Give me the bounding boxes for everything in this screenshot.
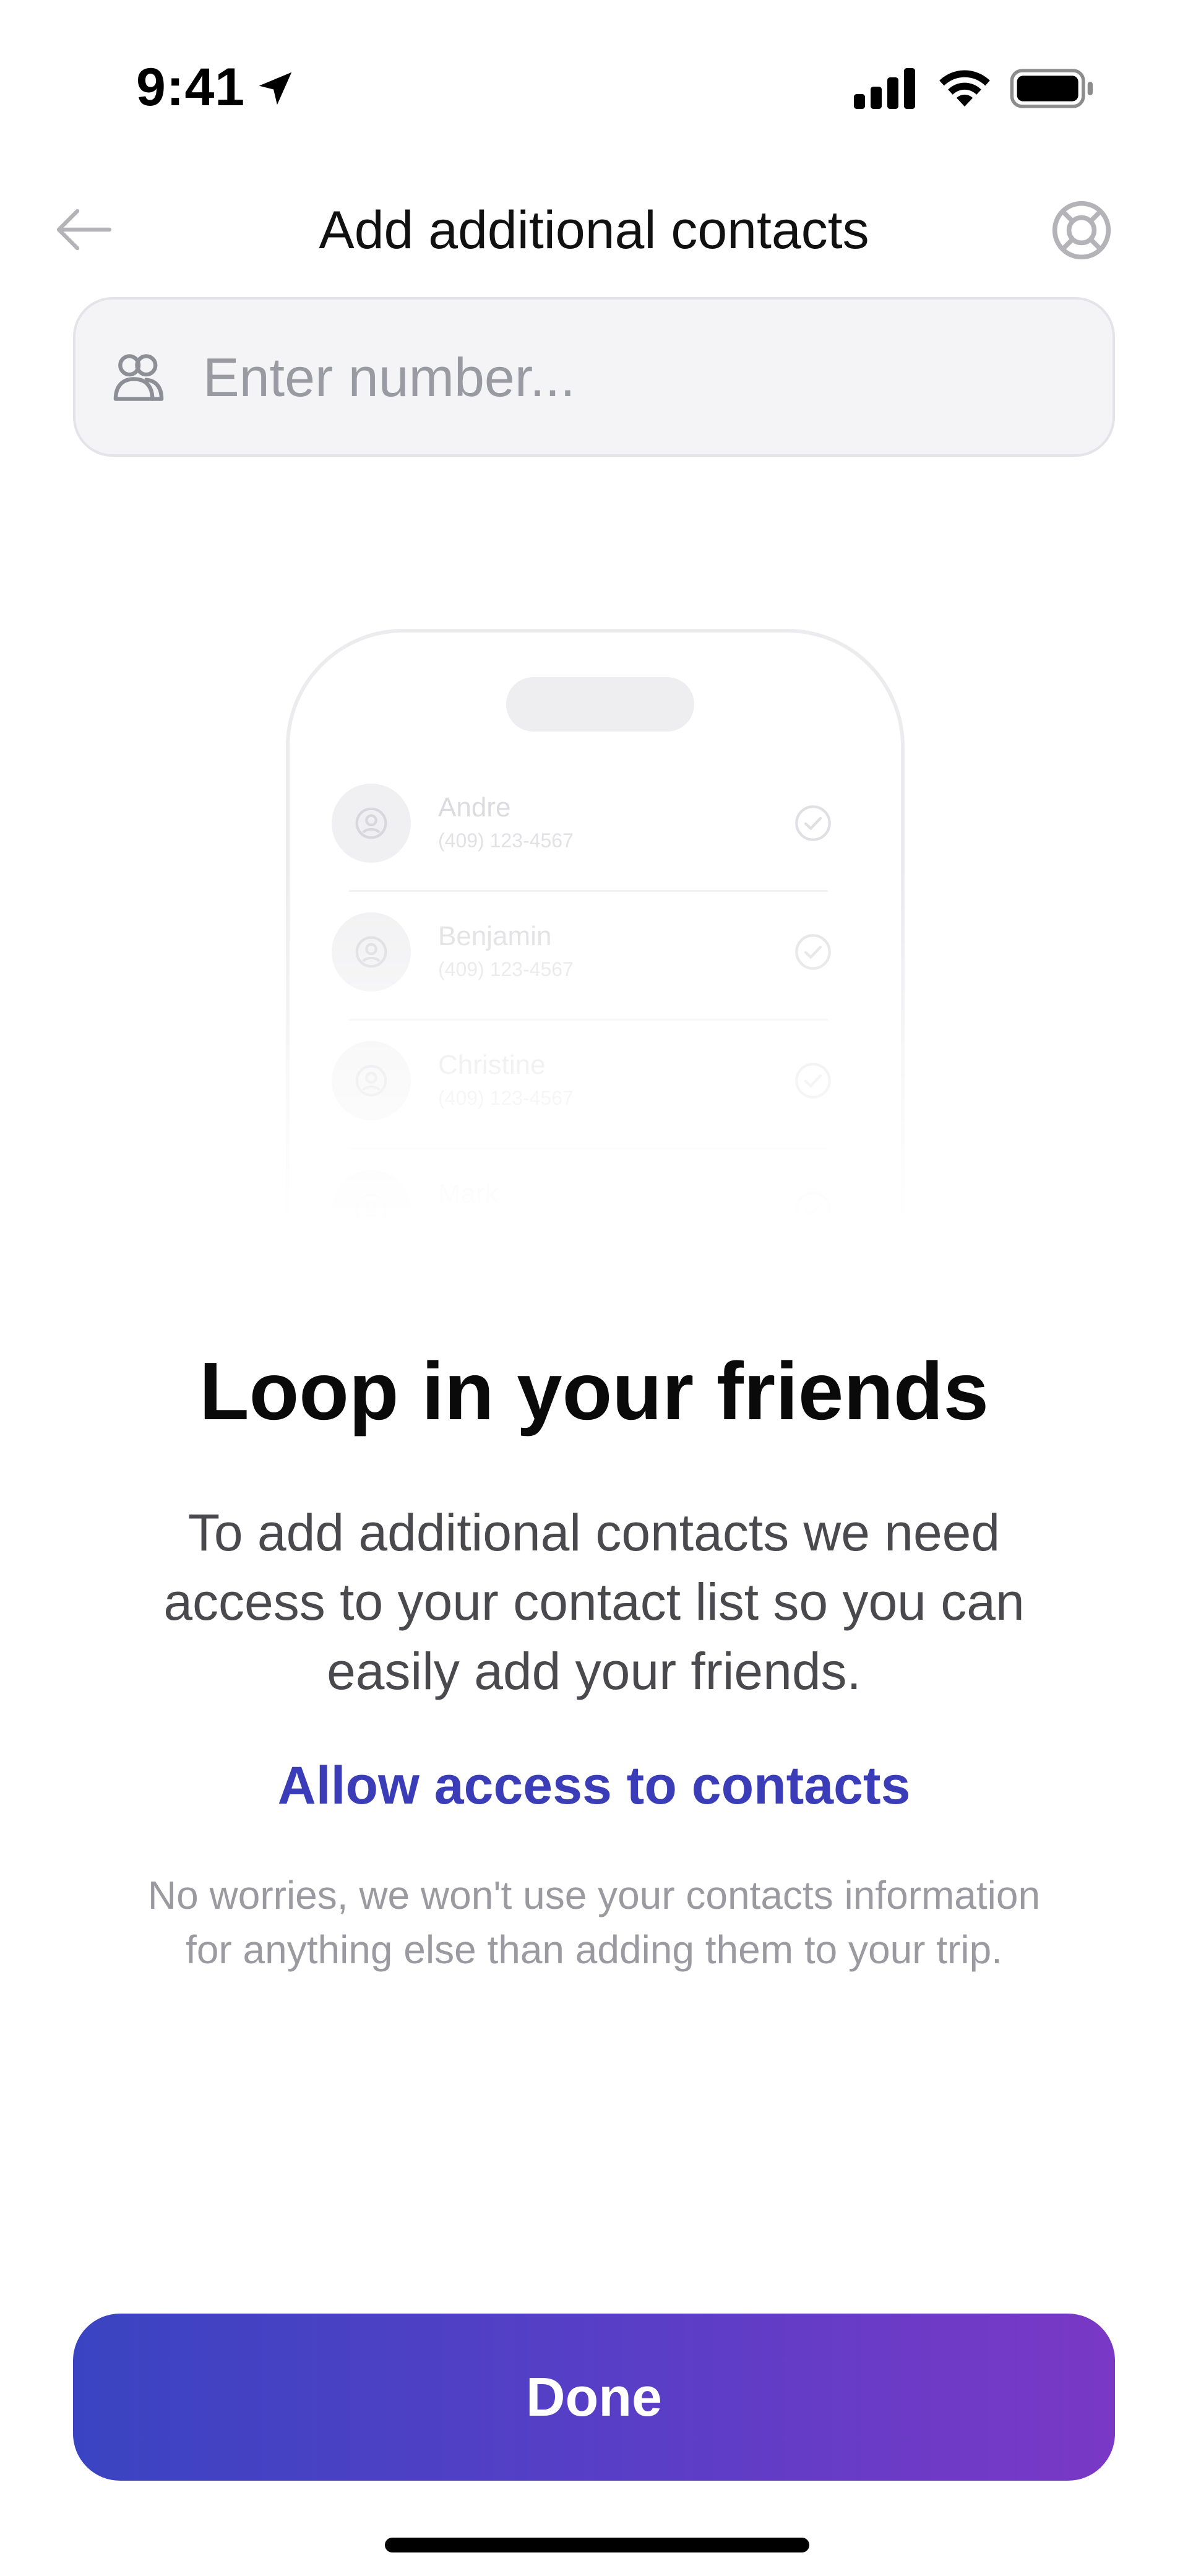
lifebuoy-icon [1052,201,1111,260]
divider [349,1019,828,1021]
contact-name: Andre [438,792,511,823]
phone-notch [506,677,694,732]
home-indicator [385,2538,809,2552]
cellular-signal-icon [854,68,915,109]
phone-frame: Andre (409) 123-4567 Benjamin (409) 123-… [286,629,905,1223]
number-input[interactable] [202,337,1083,418]
battery-icon [1010,69,1093,108]
help-button[interactable] [1047,196,1116,265]
user-icon [355,1065,387,1097]
status-time: 9:41 [136,58,246,117]
contacts-illustration: Andre (409) 123-4567 Benjamin (409) 123-… [286,629,905,1223]
illustration-contact-row: Mark (409) 123-4567 [332,1170,845,1223]
contact-phone: (409) 123-4567 [438,958,574,980]
contact-name: Mark [438,1178,499,1209]
avatar [332,1170,411,1223]
check-circle-icon [795,805,831,841]
illustration-contact-row: Christine (409) 123-4567 [332,1041,845,1169]
location-arrow-icon [259,72,292,105]
avatar [332,1041,411,1120]
check-circle-icon [795,934,831,970]
user-icon [355,1193,387,1223]
status-bar: 9:41 [0,0,1188,173]
contact-phone: (409) 123-4567 [438,829,574,852]
check-circle-icon [795,1063,831,1099]
divider [349,890,828,892]
check-circle-icon [795,1191,831,1223]
done-button[interactable]: Done [73,2314,1115,2481]
avatar [332,784,411,863]
description-text: To add additional contacts we need acces… [163,1503,1025,1700]
divider [349,1148,828,1149]
illustration-contact-row: Andre (409) 123-4567 [332,784,845,911]
contact-name: Christine [438,1050,546,1080]
avatar [332,912,411,992]
people-icon [113,354,164,401]
contact-name: Benjamin [438,921,552,951]
back-button[interactable] [50,196,118,264]
privacy-disclaimer: No worries, we won't use your contacts i… [147,1873,1041,1972]
user-icon [355,807,387,839]
wifi-icon [939,70,990,107]
arrow-left-icon [56,209,112,251]
allow-contacts-link[interactable]: Allow access to contacts [186,1752,1002,1820]
search-field[interactable] [73,297,1115,457]
user-icon [355,936,387,968]
contact-phone: (409) 123-4567 [438,1087,574,1109]
illustration-contact-row: Benjamin (409) 123-4567 [332,912,845,1040]
page-title: Add additional contacts [319,201,869,260]
contact-phone: (409) 123-4567 [438,1216,574,1223]
headline: Loop in your friends [199,1346,989,1437]
